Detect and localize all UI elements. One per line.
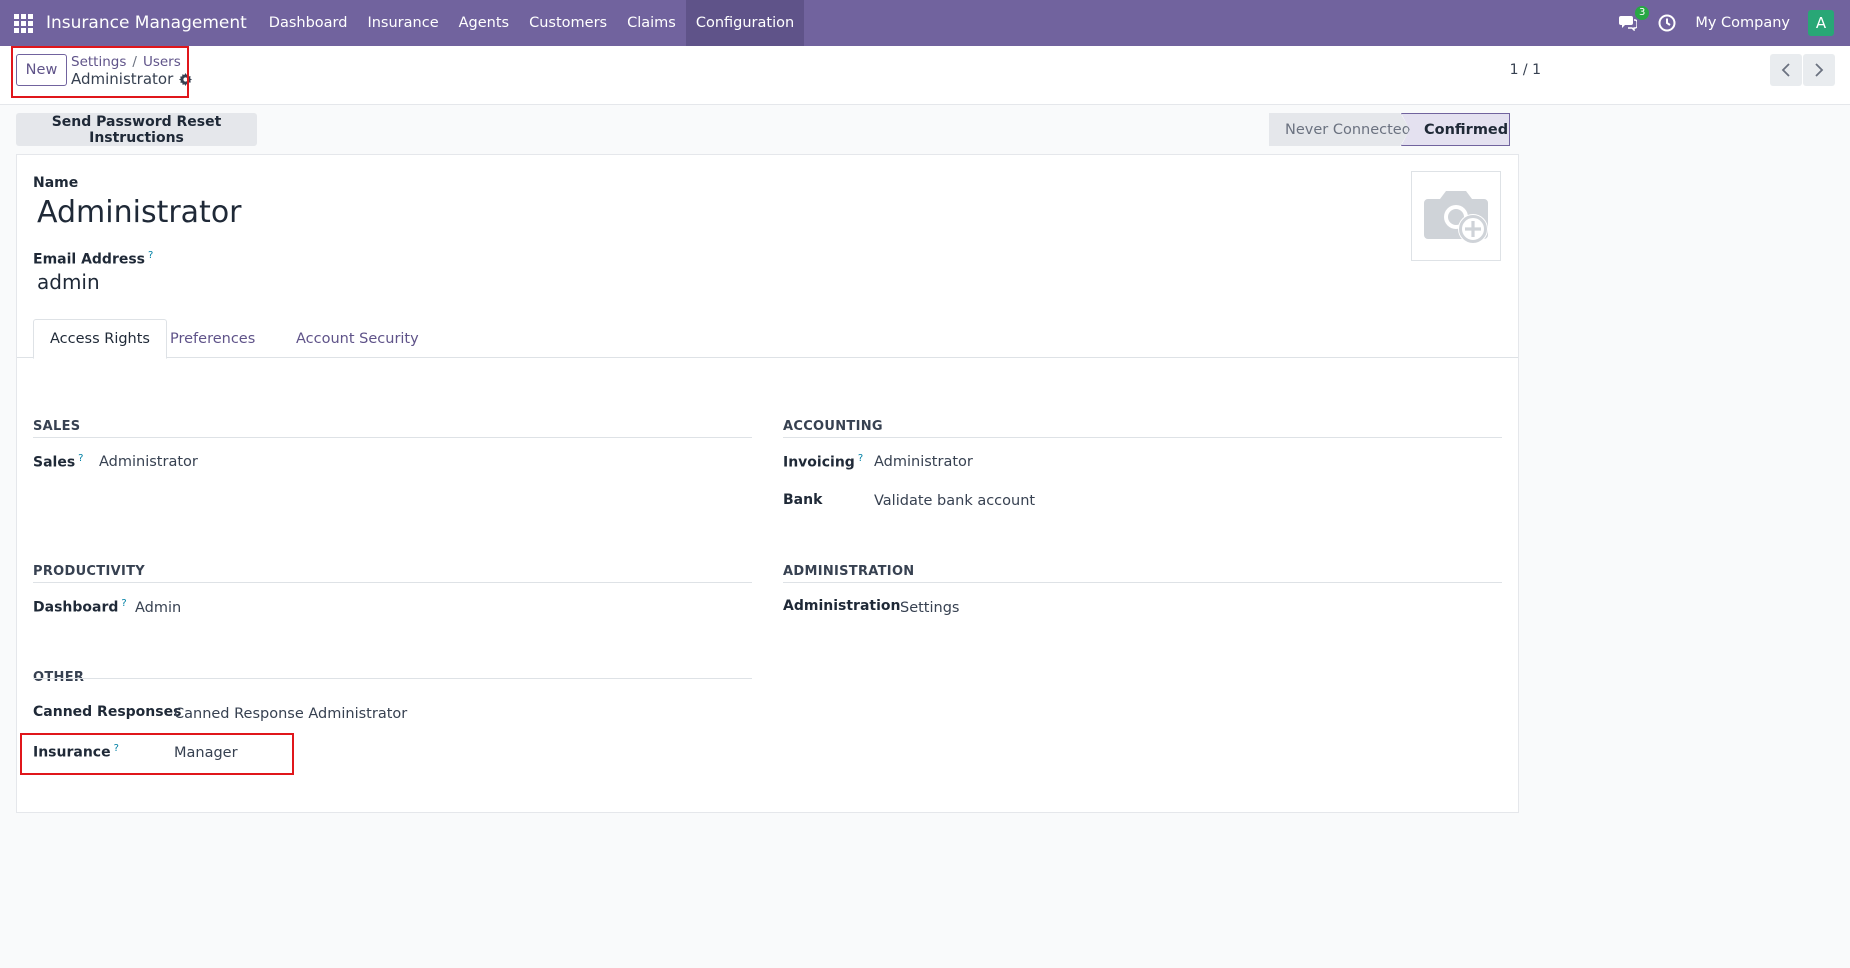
sales-help-icon[interactable]: ?: [78, 453, 83, 464]
group-divider: [33, 437, 752, 438]
tab-access-rights[interactable]: Access Rights: [33, 319, 167, 359]
field-value-canned-responses[interactable]: Canned Response Administrator: [174, 706, 407, 722]
email-field[interactable]: admin: [37, 270, 100, 294]
dashboard-help-icon[interactable]: ?: [121, 598, 126, 609]
tab-account-security[interactable]: Account Security: [280, 319, 435, 358]
menu-configuration[interactable]: Configuration: [685, 0, 805, 46]
field-label-invoicing-text: Invoicing: [783, 454, 855, 471]
user-photo[interactable]: [1411, 171, 1501, 261]
field-label-sales: Sales?: [33, 453, 83, 471]
top-navbar: Insurance Management Dashboard Insurance…: [0, 0, 1850, 46]
name-field[interactable]: Administrator: [37, 195, 242, 230]
app-brand[interactable]: Insurance Management: [46, 13, 247, 33]
notebook-tabs: Access Rights Preferences Account Securi…: [17, 319, 1518, 359]
group-title-sales: SALES: [33, 419, 81, 434]
chevron-right-icon: [1815, 63, 1824, 77]
group-title-productivity: PRODUCTIVITY: [33, 564, 145, 579]
group-divider: [33, 678, 752, 679]
email-label: Email Address?: [33, 250, 153, 268]
status-confirmed[interactable]: Confirmed: [1401, 113, 1510, 146]
user-avatar[interactable]: A: [1808, 10, 1834, 36]
status-never-connected[interactable]: Never Connected: [1269, 113, 1410, 146]
activity-clock-icon[interactable]: [1657, 13, 1677, 33]
send-password-reset-button[interactable]: Send Password Reset Instructions: [16, 113, 257, 146]
menu-claims[interactable]: Claims: [617, 0, 686, 46]
camera-add-icon: [1424, 191, 1488, 244]
name-label: Name: [33, 175, 79, 191]
field-label-bank: Bank: [783, 492, 823, 508]
field-label-administration: Administration: [783, 598, 901, 614]
messages-icon[interactable]: 3: [1617, 6, 1650, 34]
field-label-dashboard: Dashboard?: [33, 598, 127, 616]
group-title-accounting: ACCOUNTING: [783, 419, 883, 434]
control-panel: New Settings / Users Administrator 1 / 1: [0, 46, 1850, 105]
menu-dashboard[interactable]: Dashboard: [259, 0, 358, 46]
pager-next-button[interactable]: [1803, 54, 1835, 86]
menu-agents[interactable]: Agents: [449, 0, 519, 46]
pager-previous-button[interactable]: [1770, 54, 1802, 86]
highlight-breadcrumb-box: [11, 46, 189, 98]
group-divider: [33, 582, 752, 583]
field-value-invoicing[interactable]: Administrator: [874, 454, 973, 470]
field-label-dashboard-text: Dashboard: [33, 599, 119, 616]
field-label-invoicing: Invoicing?: [783, 453, 863, 471]
group-title-administration: ADMINISTRATION: [783, 564, 915, 579]
form-sheet: Name Administrator Email Address? admin …: [16, 154, 1519, 813]
company-switcher[interactable]: My Company: [1695, 15, 1790, 31]
tab-preferences[interactable]: Preferences: [154, 319, 271, 358]
field-label-canned-responses: Canned Responses: [33, 704, 182, 720]
highlight-insurance-box: [20, 733, 294, 775]
menu-customers[interactable]: Customers: [519, 0, 617, 46]
field-label-sales-text: Sales: [33, 454, 76, 471]
email-help-icon[interactable]: ?: [148, 250, 153, 261]
field-value-administration[interactable]: Settings: [900, 600, 959, 616]
notification-badge: 3: [1634, 6, 1650, 20]
chevron-left-icon: [1781, 63, 1790, 77]
status-bar: Never Connected Confirmed: [1269, 113, 1510, 146]
field-value-bank[interactable]: Validate bank account: [874, 493, 1035, 509]
group-divider: [783, 582, 1502, 583]
email-label-text: Email Address: [33, 251, 146, 268]
group-divider: [783, 437, 1502, 438]
apps-menu-icon[interactable]: [0, 0, 46, 46]
menu-insurance[interactable]: Insurance: [357, 0, 448, 46]
field-value-sales[interactable]: Administrator: [99, 454, 198, 470]
field-value-dashboard[interactable]: Admin: [135, 600, 181, 616]
pager-value[interactable]: 1 / 1: [1510, 62, 1541, 78]
invoicing-help-icon[interactable]: ?: [858, 453, 863, 464]
